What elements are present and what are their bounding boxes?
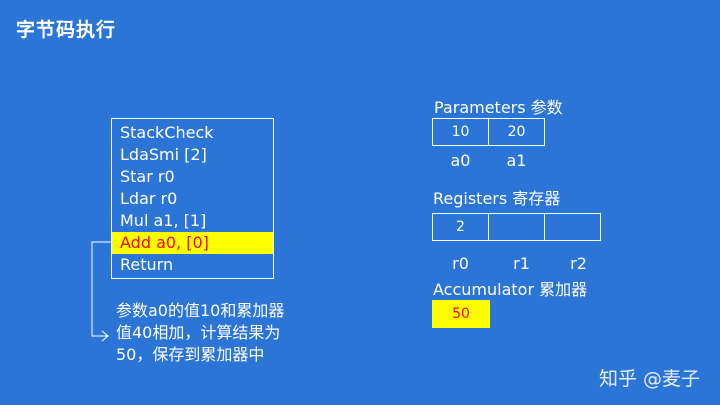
register-cell — [544, 213, 601, 241]
parameters-cells: 10 20 — [432, 118, 545, 146]
register-cell — [488, 213, 545, 241]
registers-cells: 2 — [432, 213, 601, 241]
register-name: r1 — [513, 254, 530, 273]
registers-label: Registers 寄存器 — [433, 189, 561, 208]
accumulator-cell: 50 — [432, 300, 490, 328]
register-name: r0 — [452, 254, 469, 273]
parameter-cell: 10 — [432, 118, 489, 146]
parameter-name: a1 — [506, 151, 527, 170]
parameters-label: Parameters 参数 — [434, 98, 563, 117]
explanation-note: 参数a0的值10和累加器 值40相加，计算结果为 50，保存到累加器中 — [116, 300, 316, 366]
watermark: 知乎 @麦子 — [598, 368, 700, 390]
note-line: 参数a0的值10和累加器 — [116, 301, 285, 320]
parameter-name: a0 — [450, 151, 471, 170]
note-line: 值40相加，计算结果为 — [116, 323, 281, 342]
accumulator-label: Accumulator 累加器 — [433, 280, 588, 299]
note-line: 50，保存到累加器中 — [116, 345, 265, 364]
register-cell: 2 — [432, 213, 489, 241]
register-name: r2 — [570, 254, 587, 273]
parameter-cell: 20 — [488, 118, 545, 146]
connector-arrow — [91, 241, 111, 342]
